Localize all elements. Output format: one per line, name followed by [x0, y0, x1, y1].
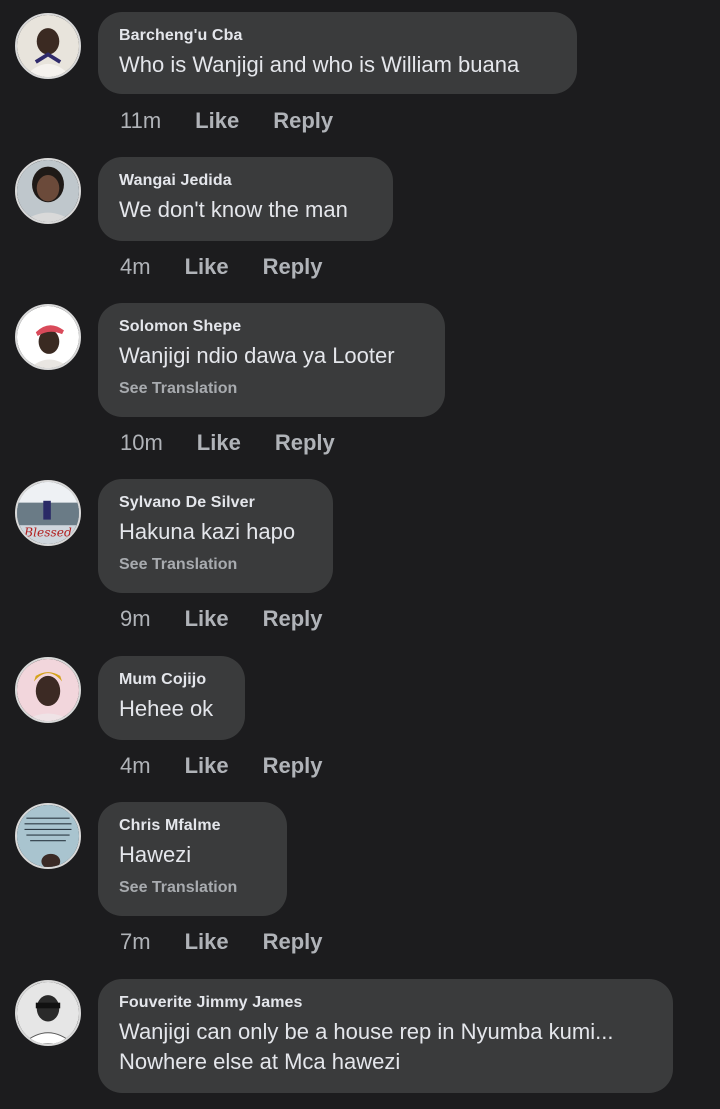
comment-time: 9m: [120, 606, 151, 631]
comment-author[interactable]: Sylvano De Silver: [119, 493, 311, 513]
comment-text-line-1: Wanjigi can only be a house rep in Nyumb…: [119, 1019, 614, 1044]
comment-author[interactable]: Barcheng'u Cba: [119, 26, 555, 46]
avatar[interactable]: [15, 158, 81, 224]
see-translation-link[interactable]: See Translation: [119, 379, 423, 399]
comment-text: Hawezi: [119, 842, 192, 867]
like-button[interactable]: Like: [185, 929, 229, 955]
like-button[interactable]: Like: [197, 430, 241, 456]
comment-bubble[interactable]: Sylvano De Silver Hakuna kazi hapo See T…: [98, 479, 333, 593]
comment-text: Hehee ok: [119, 696, 214, 721]
comment-time: 4m: [120, 753, 151, 778]
reply-button[interactable]: Reply: [275, 430, 335, 456]
like-button[interactable]: Like: [185, 606, 229, 632]
comment-actions: 10m Like Reply: [120, 428, 369, 458]
comment-author[interactable]: Fouverite Jimmy James: [119, 993, 651, 1013]
comment-actions: 4m Like Reply: [120, 751, 357, 781]
avatar[interactable]: [15, 803, 81, 869]
avatar[interactable]: [15, 304, 81, 370]
comment-bubble[interactable]: Fouverite Jimmy James Wanjigi can only b…: [98, 979, 673, 1093]
comment-author[interactable]: Mum Cojijo: [119, 670, 223, 690]
comment-time: 10m: [120, 430, 163, 455]
comment-text-line-2: Nowhere else at Mca hawezi: [119, 1049, 401, 1074]
comment-bubble[interactable]: Chris Mfalme Hawezi See Translation: [98, 802, 287, 916]
reply-button[interactable]: Reply: [263, 929, 323, 955]
avatar[interactable]: Blessed: [15, 480, 81, 546]
comment-time: 4m: [120, 254, 151, 279]
reply-button[interactable]: Reply: [263, 254, 323, 280]
avatar[interactable]: [15, 657, 81, 723]
comment-actions: 4m Like Reply: [120, 252, 357, 282]
see-translation-link[interactable]: See Translation: [119, 878, 265, 898]
comment-bubble[interactable]: Wangai Jedida We don't know the man: [98, 157, 393, 241]
reply-button[interactable]: Reply: [263, 753, 323, 779]
avatar[interactable]: [15, 13, 81, 79]
reply-button[interactable]: Reply: [273, 108, 333, 134]
avatar-caption: Blessed: [23, 525, 72, 539]
comment-text: Wanjigi ndio dawa ya Looter: [119, 343, 395, 368]
comment-author[interactable]: Wangai Jedida: [119, 171, 371, 191]
comment-text: We don't know the man: [119, 197, 348, 222]
comment-text: Who is Wanjigi and who is William buana: [119, 52, 520, 77]
comment-bubble[interactable]: Solomon Shepe Wanjigi ndio dawa ya Loote…: [98, 303, 445, 417]
like-button[interactable]: Like: [185, 254, 229, 280]
comment-time: 11m: [120, 108, 162, 133]
comment-actions: 11m Like Reply: [120, 106, 367, 136]
avatar[interactable]: [15, 980, 81, 1046]
like-button[interactable]: Like: [185, 753, 229, 779]
see-translation-link[interactable]: See Translation: [119, 555, 311, 575]
comment-bubble[interactable]: Mum Cojijo Hehee ok: [98, 656, 245, 740]
comment-actions: 7m Like Reply: [120, 927, 357, 957]
like-button[interactable]: Like: [195, 108, 239, 134]
reply-button[interactable]: Reply: [263, 606, 323, 632]
comment-text: Hakuna kazi hapo: [119, 519, 296, 544]
comment-author[interactable]: Chris Mfalme: [119, 816, 265, 836]
comment-feed: Barcheng'u Cba Who is Wanjigi and who is…: [0, 0, 720, 1109]
comment-time: 7m: [120, 929, 151, 954]
comment-author[interactable]: Solomon Shepe: [119, 317, 423, 337]
comment-actions: 9m Like Reply: [120, 604, 357, 634]
comment-bubble[interactable]: Barcheng'u Cba Who is Wanjigi and who is…: [98, 12, 577, 94]
